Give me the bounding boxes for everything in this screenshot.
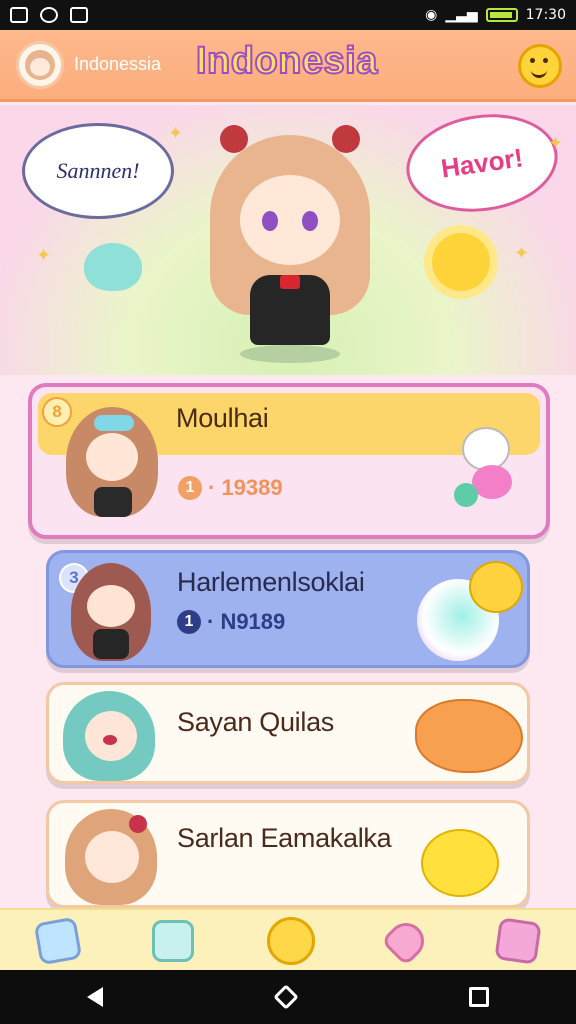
leaderboard-card[interactable]: Sayan Quilas xyxy=(46,682,530,784)
nav-gift-icon[interactable] xyxy=(151,920,194,962)
nav-map-icon[interactable] xyxy=(33,916,82,966)
status-bar: ◉ ▁▃▅ 17:30 xyxy=(0,0,576,30)
home-icon[interactable] xyxy=(273,984,299,1010)
app-title: Indonesia xyxy=(195,39,378,83)
player-name: Sarlan Eamakalka xyxy=(177,823,392,853)
app-header: Indonessia Indonesia xyxy=(0,30,576,102)
score-badge: 1 xyxy=(177,610,201,634)
character-avatar xyxy=(71,563,151,661)
fox-sticker-icon xyxy=(415,699,523,773)
photo-notification-icon xyxy=(10,7,28,23)
battery-icon xyxy=(485,8,518,22)
wifi-icon: ◉ xyxy=(425,7,438,23)
green-creature-sticker-icon xyxy=(454,483,478,507)
score-value: · N9189 xyxy=(207,609,286,634)
leaderboard-card[interactable]: 8 Moulhai 1 · 19389 xyxy=(28,383,550,539)
hero-character-illustration xyxy=(200,125,380,365)
sparkle-icon: ✦ xyxy=(548,133,564,154)
player-name: Harlemenlsoklai xyxy=(177,567,365,597)
status-indicators: ◉ ▁▃▅ 17:30 xyxy=(425,7,566,23)
sparkle-icon: ✦ xyxy=(168,123,184,144)
character-avatar xyxy=(66,407,158,517)
sparkle-icon: ✦ xyxy=(514,243,530,264)
screenshot-notification-icon xyxy=(70,7,88,23)
pikachu-sticker-icon xyxy=(421,829,499,897)
speech-bubble-right: Havor! xyxy=(400,104,564,222)
player-name: Sayan Quilas xyxy=(177,707,334,737)
profile-avatar[interactable] xyxy=(16,40,64,89)
sparkle-icon: ✦ xyxy=(36,245,52,266)
app-notification-icon xyxy=(40,7,58,23)
speech-bubble-left: Sannnen! xyxy=(22,123,174,219)
leaderboard-card[interactable]: 3 Harlemenlsoklai 1 · N9189 xyxy=(46,550,530,668)
recent-apps-icon[interactable] xyxy=(469,987,489,1007)
clock: 17:30 xyxy=(525,7,566,23)
score-badge: 1 xyxy=(178,476,202,500)
bottom-navigation xyxy=(0,908,576,972)
back-icon[interactable] xyxy=(87,987,103,1007)
notification-icons xyxy=(10,7,88,23)
ghost-sticker-icon xyxy=(462,427,510,471)
sun-icon xyxy=(432,233,490,291)
player-score: 1 · 19389 xyxy=(178,475,283,501)
nav-chat-icon[interactable] xyxy=(494,917,543,965)
leaderboard-card[interactable]: Sarlan Eamakalka xyxy=(46,800,530,908)
player-score: 1 · N9189 xyxy=(177,609,285,635)
player-name: Moulhai xyxy=(176,403,269,433)
nav-home-mascot-icon[interactable] xyxy=(266,917,315,965)
smiley-button[interactable] xyxy=(518,44,562,88)
system-navigation-bar xyxy=(0,970,576,1024)
blob-creature-icon xyxy=(84,243,142,291)
signal-icon: ▁▃▅ xyxy=(445,7,478,23)
hero-banner: Sannnen! Havor! ✦ ✦ ✦ ✦ xyxy=(0,104,576,375)
character-avatar xyxy=(65,809,157,905)
pink-creature-sticker-icon xyxy=(472,465,512,499)
score-value: · 19389 xyxy=(208,475,283,500)
rank-badge: 8 xyxy=(42,397,72,427)
app-subtitle: Indonessia xyxy=(74,54,162,74)
character-avatar xyxy=(63,691,155,781)
nav-heart-icon[interactable] xyxy=(380,915,432,967)
cat-sticker-icon xyxy=(469,561,523,613)
